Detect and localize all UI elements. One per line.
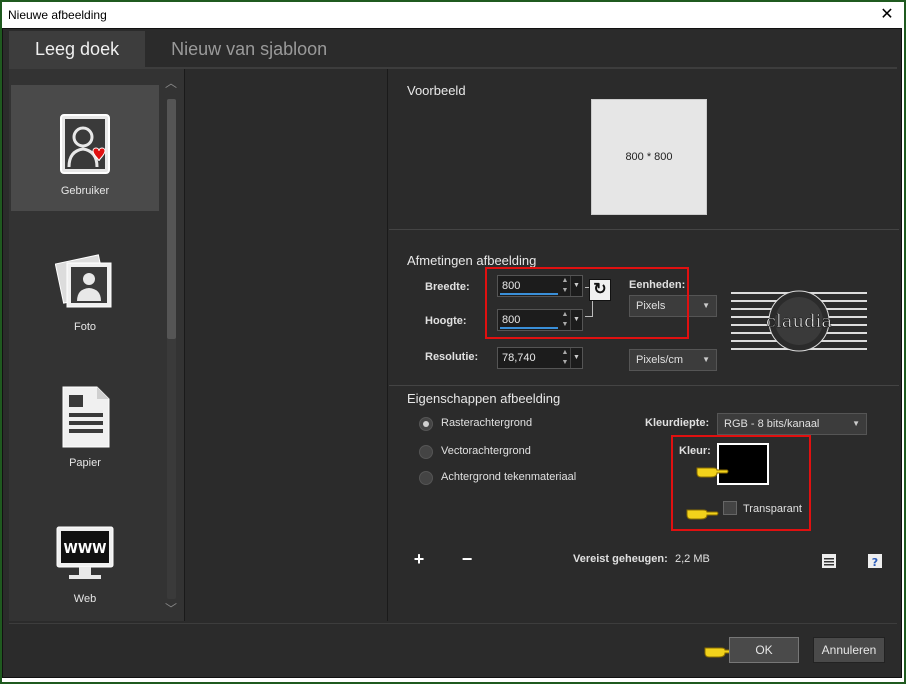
category-scrollbar[interactable]: ︿ ﹀ — [165, 77, 177, 617]
category-web[interactable]: WWW Web — [11, 493, 159, 619]
close-button[interactable]: ✕ — [878, 6, 896, 24]
resolution-input[interactable] — [498, 348, 562, 368]
scroll-thumb[interactable] — [167, 99, 176, 339]
tab-blank-canvas[interactable]: Leeg doek — [9, 31, 146, 67]
category-panel: Gebruiker Foto Papier WWW Web ︿ ﹀ — [9, 69, 185, 621]
properties-title: Eigenschappen afbeelding — [407, 391, 561, 406]
height-label: Hoogte: — [425, 315, 467, 327]
scroll-down-icon[interactable]: ﹀ — [165, 603, 177, 615]
section-divider — [389, 229, 899, 230]
add-preset-icon[interactable]: + — [411, 550, 427, 568]
radio-button[interactable] — [419, 417, 433, 431]
radio-label: Achtergrond tekenmateriaal — [441, 471, 577, 483]
title-bar: Nieuwe afbeelding ✕ — [2, 2, 904, 28]
svg-text:WWW: WWW — [63, 542, 106, 557]
radio-button[interactable] — [419, 471, 433, 485]
paper-icon — [55, 385, 115, 449]
preview-title: Voorbeeld — [407, 83, 466, 98]
tab-bar: Leeg doek Nieuw van sjabloon — [9, 31, 353, 67]
chevron-down-icon: ▼ — [702, 301, 710, 310]
width-label: Breedte: — [425, 281, 470, 293]
resolution-label: Resolutie: — [425, 351, 479, 363]
chevron-down-icon: ▼ — [702, 355, 710, 364]
chevron-down-icon: ▼ — [852, 419, 860, 428]
template-list-panel — [186, 69, 388, 621]
preview-thumbnail: 800 * 800 — [591, 99, 707, 215]
resolution-units-value: Pixels/cm — [636, 354, 684, 366]
dimensions-title: Afmetingen afbeelding — [407, 253, 537, 268]
transparent-checkbox[interactable] — [723, 501, 737, 515]
new-image-dialog: Leeg doek Nieuw van sjabloon Gebruiker F… — [2, 28, 902, 678]
category-gebruiker[interactable]: Gebruiker — [11, 85, 159, 211]
footer-divider — [9, 623, 897, 624]
transparent-label: Transparant — [743, 503, 802, 515]
radio-label: Rasterachtergrond — [441, 417, 533, 429]
help-icon[interactable]: ? — [867, 553, 883, 569]
chevron-down-icon[interactable]: ▼ — [570, 348, 582, 368]
pointing-hand-icon — [685, 505, 719, 521]
category-label: Web — [73, 593, 97, 605]
ok-button[interactable]: OK — [729, 637, 799, 663]
tab-from-template[interactable]: Nieuw van sjabloon — [145, 31, 353, 67]
svg-text:claudia: claudia — [766, 311, 832, 332]
color-depth-value: RGB - 8 bits/kanaal — [724, 418, 820, 430]
color-depth-select[interactable]: RGB - 8 bits/kanaal ▼ — [717, 413, 867, 435]
color-depth-label: Kleurdiepte: — [645, 417, 710, 429]
remove-preset-icon[interactable]: − — [459, 550, 475, 568]
user-heart-icon — [55, 113, 115, 177]
memory-value: 2,2 MB — [675, 553, 710, 565]
highlight-dimensions-box — [485, 267, 689, 339]
photo-icon — [54, 249, 115, 313]
claudia-logo: claudia — [731, 289, 867, 353]
radio-label: Vectorachtergrond — [441, 445, 531, 457]
increment-icon[interactable]: ▲ — [560, 348, 570, 358]
section-divider — [389, 385, 899, 386]
resolution-units-select[interactable]: Pixels/cm ▼ — [629, 349, 717, 371]
radio-button[interactable] — [419, 445, 433, 459]
resolution-stepper[interactable]: ▲ ▼ ▼ — [497, 347, 583, 369]
cancel-button[interactable]: Annuleren — [813, 637, 885, 663]
scroll-up-icon[interactable]: ︿ — [165, 77, 177, 89]
category-label: Papier — [69, 457, 101, 469]
memory-label: Vereist geheugen: — [573, 553, 668, 565]
web-monitor-icon: WWW — [55, 521, 115, 585]
category-foto[interactable]: Foto — [11, 221, 159, 347]
category-label: Foto — [73, 321, 96, 333]
decrement-icon[interactable]: ▼ — [560, 358, 570, 368]
window-title: Nieuwe afbeelding — [8, 8, 107, 22]
pointing-hand-icon — [695, 463, 729, 479]
details-icon[interactable] — [821, 553, 837, 569]
settings-panel: Voorbeeld 800 * 800 Afmetingen afbeeldin… — [389, 69, 899, 621]
color-label: Kleur: — [679, 445, 711, 457]
category-papier[interactable]: Papier — [11, 357, 159, 483]
preview-size-text: 800 * 800 — [625, 151, 673, 163]
svg-text:?: ? — [872, 556, 878, 569]
category-label: Gebruiker — [60, 185, 110, 197]
